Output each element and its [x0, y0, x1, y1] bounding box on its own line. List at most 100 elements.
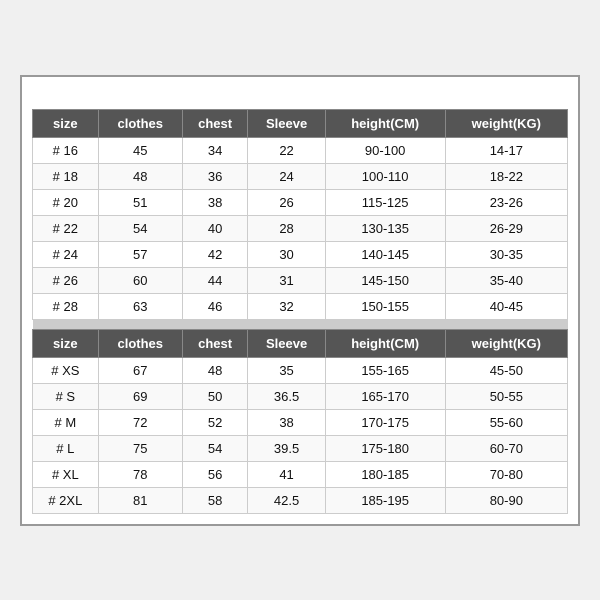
- table2-cell-2-2: 52: [182, 409, 248, 435]
- table2-row-1: # S695036.5165-17050-55: [33, 383, 568, 409]
- table2-cell-3-0: # L: [33, 435, 99, 461]
- table1-cell-1-5: 18-22: [445, 163, 567, 189]
- table1-row-2: # 20513826115-12523-26: [33, 189, 568, 215]
- table2-cell-5-0: # 2XL: [33, 487, 99, 513]
- table1-cell-3-5: 26-29: [445, 215, 567, 241]
- col2-header-5: weight(KG): [445, 329, 567, 357]
- col-header-3: Sleeve: [248, 109, 325, 137]
- table1-cell-5-4: 145-150: [325, 267, 445, 293]
- table1-row-3: # 22544028130-13526-29: [33, 215, 568, 241]
- table1-cell-0-2: 34: [182, 137, 248, 163]
- table1-cell-2-0: # 20: [33, 189, 99, 215]
- table2-cell-2-4: 170-175: [325, 409, 445, 435]
- col-header-4: height(CM): [325, 109, 445, 137]
- table2-cell-3-4: 175-180: [325, 435, 445, 461]
- table2-cell-4-4: 180-185: [325, 461, 445, 487]
- table1-cell-1-3: 24: [248, 163, 325, 189]
- col-header-0: size: [33, 109, 99, 137]
- table2-cell-1-1: 69: [98, 383, 182, 409]
- table1-cell-5-2: 44: [182, 267, 248, 293]
- size-table-children: sizeclotheschestSleeveheight(CM)weight(K…: [32, 109, 568, 514]
- table1-row-6: # 28634632150-15540-45: [33, 293, 568, 319]
- table2-cell-5-2: 58: [182, 487, 248, 513]
- table2-row-5: # 2XL815842.5185-19580-90: [33, 487, 568, 513]
- table2-row-2: # M725238170-17555-60: [33, 409, 568, 435]
- table1-cell-1-1: 48: [98, 163, 182, 189]
- table2-cell-0-0: # XS: [33, 357, 99, 383]
- table1-row-4: # 24574230140-14530-35: [33, 241, 568, 267]
- col-header-2: chest: [182, 109, 248, 137]
- table1-cell-3-1: 54: [98, 215, 182, 241]
- table2-cell-3-1: 75: [98, 435, 182, 461]
- table1-cell-2-3: 26: [248, 189, 325, 215]
- table1-cell-6-4: 150-155: [325, 293, 445, 319]
- table2-cell-0-3: 35: [248, 357, 325, 383]
- table2-row-4: # XL785641180-18570-80: [33, 461, 568, 487]
- size-chart-container: sizeclotheschestSleeveheight(CM)weight(K…: [20, 75, 580, 526]
- col2-header-1: clothes: [98, 329, 182, 357]
- table1-row-0: # 1645342290-10014-17: [33, 137, 568, 163]
- table1-cell-3-2: 40: [182, 215, 248, 241]
- table1-cell-1-0: # 18: [33, 163, 99, 189]
- table2-cell-1-4: 165-170: [325, 383, 445, 409]
- table2-cell-4-5: 70-80: [445, 461, 567, 487]
- table1-cell-4-4: 140-145: [325, 241, 445, 267]
- table1-cell-3-0: # 22: [33, 215, 99, 241]
- table1-row-1: # 18483624100-11018-22: [33, 163, 568, 189]
- table1-cell-1-2: 36: [182, 163, 248, 189]
- table1-cell-2-4: 115-125: [325, 189, 445, 215]
- col2-header-0: size: [33, 329, 99, 357]
- table1-cell-6-5: 40-45: [445, 293, 567, 319]
- table1-cell-6-0: # 28: [33, 293, 99, 319]
- table2-cell-0-2: 48: [182, 357, 248, 383]
- table1-cell-6-1: 63: [98, 293, 182, 319]
- table2-cell-1-2: 50: [182, 383, 248, 409]
- col2-header-3: Sleeve: [248, 329, 325, 357]
- table1-cell-5-0: # 26: [33, 267, 99, 293]
- table1-cell-3-4: 130-135: [325, 215, 445, 241]
- table2-cell-2-5: 55-60: [445, 409, 567, 435]
- table2-cell-1-0: # S: [33, 383, 99, 409]
- table1-cell-6-3: 32: [248, 293, 325, 319]
- col-header-1: clothes: [98, 109, 182, 137]
- table1-cell-2-2: 38: [182, 189, 248, 215]
- chart-title: [32, 87, 568, 109]
- table1-row-5: # 26604431145-15035-40: [33, 267, 568, 293]
- table1-cell-0-3: 22: [248, 137, 325, 163]
- table2-cell-5-3: 42.5: [248, 487, 325, 513]
- table2-cell-0-5: 45-50: [445, 357, 567, 383]
- table1-cell-5-5: 35-40: [445, 267, 567, 293]
- table2-cell-3-5: 60-70: [445, 435, 567, 461]
- col-header-5: weight(KG): [445, 109, 567, 137]
- table2-cell-4-1: 78: [98, 461, 182, 487]
- table2-cell-3-3: 39.5: [248, 435, 325, 461]
- table2-row-0: # XS674835155-16545-50: [33, 357, 568, 383]
- table2-cell-4-3: 41: [248, 461, 325, 487]
- table2-cell-2-0: # M: [33, 409, 99, 435]
- table2-cell-3-2: 54: [182, 435, 248, 461]
- table1-cell-4-0: # 24: [33, 241, 99, 267]
- table1-cell-4-2: 42: [182, 241, 248, 267]
- table2-cell-2-1: 72: [98, 409, 182, 435]
- table1-cell-0-0: # 16: [33, 137, 99, 163]
- table1-cell-4-1: 57: [98, 241, 182, 267]
- table2-row-3: # L755439.5175-18060-70: [33, 435, 568, 461]
- table1-cell-4-3: 30: [248, 241, 325, 267]
- table1-cell-1-4: 100-110: [325, 163, 445, 189]
- table2-cell-5-1: 81: [98, 487, 182, 513]
- table1-cell-2-5: 23-26: [445, 189, 567, 215]
- gap-row: [33, 319, 568, 329]
- table2-cell-1-5: 50-55: [445, 383, 567, 409]
- table2-cell-5-5: 80-90: [445, 487, 567, 513]
- table1-cell-0-4: 90-100: [325, 137, 445, 163]
- table1-cell-6-2: 46: [182, 293, 248, 319]
- table1-cell-5-3: 31: [248, 267, 325, 293]
- table2-cell-2-3: 38: [248, 409, 325, 435]
- table1-cell-4-5: 30-35: [445, 241, 567, 267]
- table2-cell-5-4: 185-195: [325, 487, 445, 513]
- table1-header-row: sizeclotheschestSleeveheight(CM)weight(K…: [33, 109, 568, 137]
- table2-cell-0-4: 155-165: [325, 357, 445, 383]
- table1-cell-2-1: 51: [98, 189, 182, 215]
- table1-cell-0-1: 45: [98, 137, 182, 163]
- table2-cell-4-2: 56: [182, 461, 248, 487]
